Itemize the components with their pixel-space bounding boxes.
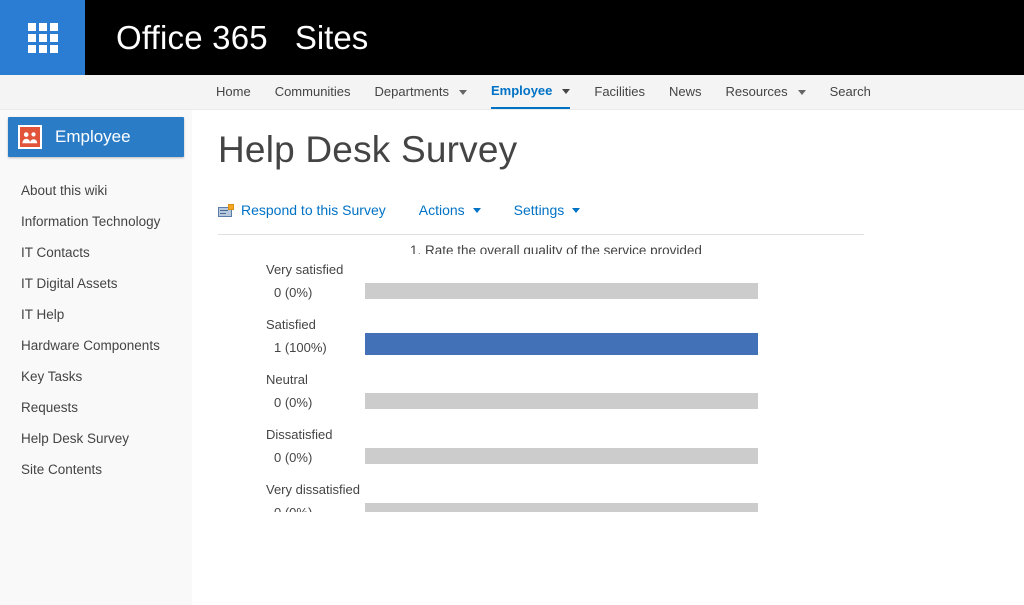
settings-menu[interactable]: Settings [514,202,581,218]
survey-response-icon [218,203,234,217]
app-launcher-button[interactable] [0,0,85,75]
choice-count: 0 (0%) [274,450,313,465]
nav-item-employee[interactable]: Employee [490,75,571,109]
choice-count: 0 (0%) [274,285,313,300]
site-title-label: Employee [55,127,131,146]
choice-count: 0 (0%) [274,505,312,512]
survey-choice-row: Neutral 0 (0%) [244,372,1024,427]
sidebar-item-requests[interactable]: Requests [0,392,192,423]
chevron-down-icon[interactable] [562,88,571,94]
actions-menu-label: Actions [418,202,465,218]
actions-menu[interactable]: Actions [419,202,481,218]
nav-item-communities[interactable]: Communities [275,75,351,109]
sidebar-item-information-technology[interactable]: Information Technology [0,206,192,237]
suite-bar: Office 365 Sites [0,0,1024,75]
choice-label: Satisfied [266,317,316,332]
nav-item-facilities[interactable]: Facilities [594,75,645,109]
choice-label: Very dissatisfied [266,482,360,497]
question-1-title: 1. Rate the overall quality of the servi… [410,243,702,254]
quick-launch-nav: About this wiki Information Technology IT … [0,175,192,485]
survey-choice-row: Very dissatisfied 0 (0%) [244,482,1024,512]
chevron-down-icon [472,207,481,213]
nav-item-label: Search [829,84,871,99]
nav-item-label: Communities [274,84,351,99]
nav-item-search[interactable]: Search [830,75,871,109]
nav-item-label: News [668,84,702,99]
chevron-down-icon [572,207,581,213]
nav-item-label: Home [216,84,251,99]
sidebar-item-it-help[interactable]: IT Help [0,299,192,330]
choice-label: Very satisfied [266,262,344,277]
choice-bar-track [365,393,758,409]
survey-choice-row: Dissatisfied 0 (0%) [244,427,1024,482]
people-icon [18,125,42,149]
nav-item-departments[interactable]: Departments [375,75,467,109]
suite-app-name[interactable]: Sites [295,19,368,57]
question-1-results: Very satisfied 0 (0%) Satisfied 1 (100%) Neu… [244,262,1024,512]
question-1-title-clip: 1. Rate the overall quality of the servi… [410,243,740,254]
choice-label: Dissatisfied [266,427,333,442]
survey-choice-row: Very satisfied 0 (0%) [244,262,1024,317]
chevron-down-icon[interactable] [797,89,806,95]
nav-item-label: Employee [490,83,553,98]
left-sidebar: Employee About this wiki Information Tech… [0,110,192,605]
sidebar-item-site-contents[interactable]: Site Contents [0,454,192,485]
page-title: Help Desk Survey [218,129,518,170]
choice-bar-fill [365,333,758,355]
nav-item-resources[interactable]: Resources [725,75,806,109]
choice-label: Neutral [266,372,308,387]
top-navigation: Home Communities Departments Employee Facili… [0,75,1024,110]
choice-bar-track [365,448,758,464]
chevron-down-icon[interactable] [458,89,467,95]
settings-menu-label: Settings [513,202,565,218]
choice-bar-track [365,333,758,355]
sidebar-item-it-digital-assets[interactable]: IT Digital Assets [0,268,192,299]
sidebar-item-it-contacts[interactable]: IT Contacts [0,237,192,268]
nav-item-news[interactable]: News [669,75,702,109]
survey-toolbar: Respond to this Survey Actions Settings [218,202,864,235]
respond-to-survey-button[interactable]: Respond to this Survey [218,202,386,218]
sidebar-item-about-this-wiki[interactable]: About this wiki [0,175,192,206]
nav-item-label: Departments [374,84,449,99]
choice-count: 1 (100%) [274,340,327,355]
respond-to-survey-label: Respond to this Survey [241,202,386,218]
suite-brand: Office 365 [116,18,268,56]
choice-bar-track [365,503,758,512]
main-content: Help Desk Survey Respond to this Survey … [192,110,1024,605]
choice-bar-track [365,283,758,299]
sidebar-item-key-tasks[interactable]: Key Tasks [0,361,192,392]
nav-item-label: Resources [725,84,788,99]
choice-count: 0 (0%) [274,395,313,410]
nav-item-home[interactable]: Home [216,75,251,109]
survey-choice-row: Satisfied 1 (100%) [244,317,1024,372]
waffle-grid-icon [27,22,58,53]
nav-item-label: Facilities [594,84,645,99]
sidebar-item-help-desk-survey[interactable]: Help Desk Survey [0,423,192,454]
site-title-chip[interactable]: Employee [8,117,184,157]
sidebar-item-hardware-components[interactable]: Hardware Components [0,330,192,361]
